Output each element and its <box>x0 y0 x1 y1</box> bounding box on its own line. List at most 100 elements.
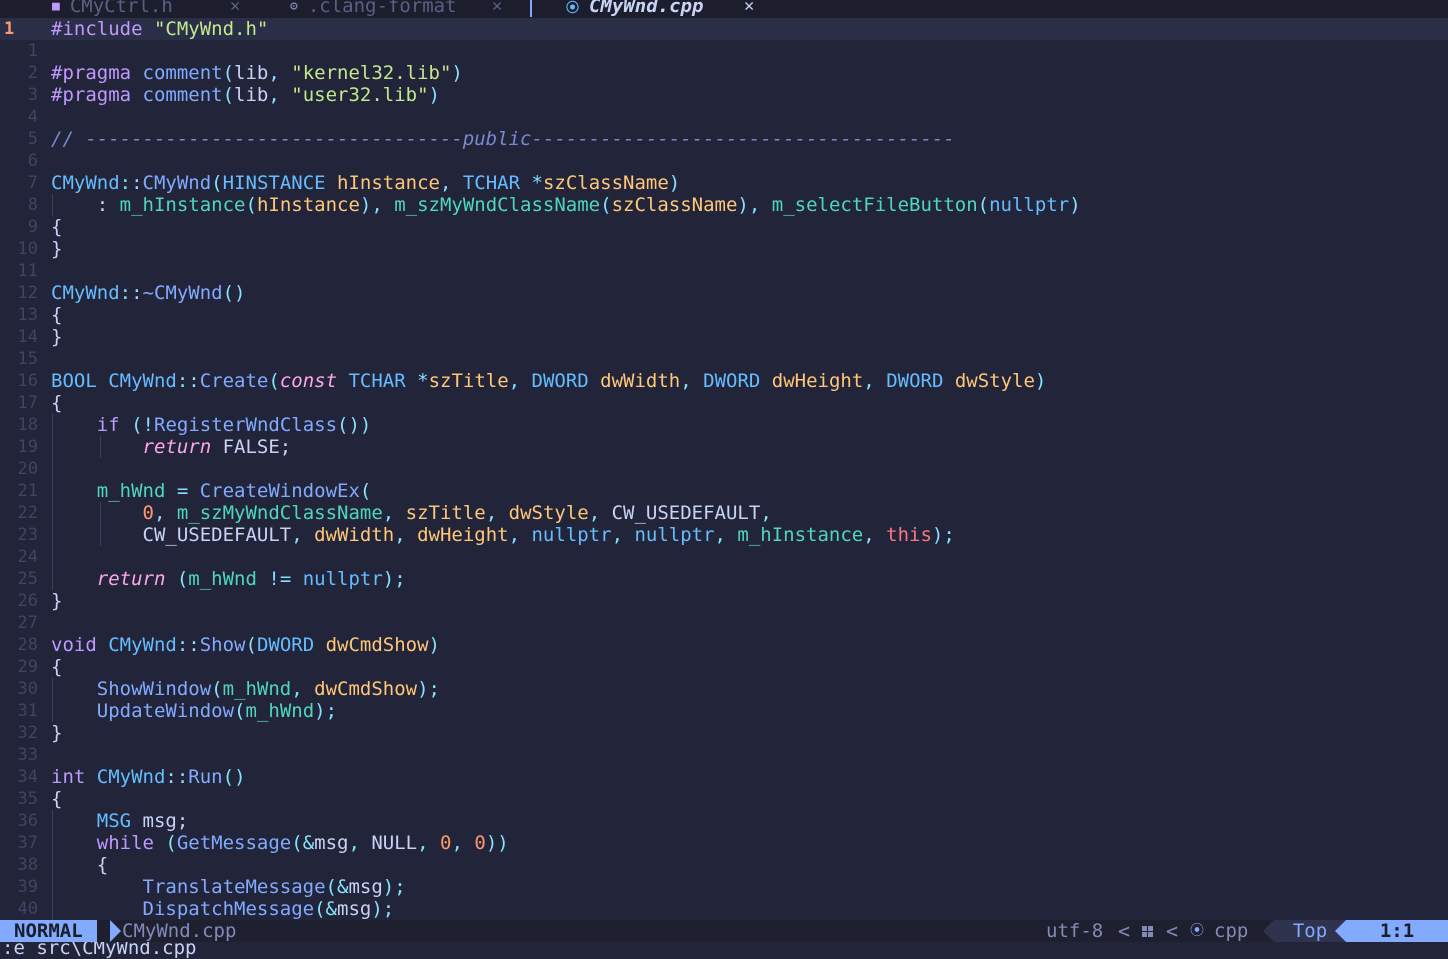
line-code: ShowWindow(m_hWnd, dwCmdShow); <box>51 678 440 700</box>
line-code: return (m_hWnd != nullptr); <box>51 568 406 590</box>
code-line[interactable]: 28 void CMyWnd::Show(DWORD dwCmdShow) <box>0 634 1448 656</box>
code-token: hInstance <box>256 194 360 216</box>
code-line[interactable]: 13 { <box>0 304 1448 326</box>
code-line[interactable]: 33 <box>0 744 1448 766</box>
code-line[interactable]: 25 return (m_hWnd != nullptr); <box>0 568 1448 590</box>
code-token: :: <box>176 634 200 656</box>
code-token: , <box>863 370 887 392</box>
code-token: hInstance <box>337 172 440 194</box>
tab-clang-format[interactable]: ⚙ .clang-format ✕ <box>290 0 502 18</box>
close-icon[interactable]: ✕ <box>744 0 754 16</box>
code-line[interactable]: 39 TranslateMessage(&msg); <box>0 876 1448 898</box>
code-line[interactable]: 5 // ---------------------------------pub… <box>0 128 1448 150</box>
code-line[interactable]: 21 m_hWnd = CreateWindowEx( <box>0 480 1448 502</box>
code-line[interactable]: 22 0, m_szMyWndClassName, szTitle, dwSty… <box>0 502 1448 524</box>
code-line[interactable]: 20 <box>0 458 1448 480</box>
code-token: HINSTANCE <box>222 172 338 194</box>
code-line[interactable]: 23 CW_USEDEFAULT, dwWidth, dwHeight, nul… <box>0 524 1448 546</box>
code-line[interactable]: 32} <box>0 722 1448 744</box>
mode-separator-arrow <box>110 920 121 942</box>
code-token: msg <box>314 832 349 854</box>
line-code: } <box>51 590 62 612</box>
code-line[interactable]: 26} <box>0 590 1448 612</box>
code-line[interactable]: 16 BOOL CMyWnd::Create(const TCHAR *szTit… <box>0 370 1448 392</box>
code-line[interactable]: 12 CMyWnd::~CMyWnd() <box>0 282 1448 304</box>
code-line[interactable]: 24 <box>0 546 1448 568</box>
code-token: MSG <box>96 810 143 832</box>
line-number: 39 <box>17 877 38 897</box>
command-line[interactable]: :e src\CMyWnd.cpp <box>0 942 1448 959</box>
code-line[interactable]: 7 CMyWnd::CMyWnd(HINSTANCE hInstance, TCH… <box>0 172 1448 194</box>
code-token: CMyWnd <box>108 370 177 392</box>
code-token: 0 <box>142 502 154 524</box>
code-token: { <box>51 788 63 810</box>
code-line[interactable]: 11 <box>0 260 1448 282</box>
code-line[interactable]: 36 MSG msg; <box>0 810 1448 832</box>
code-token: * <box>417 370 429 392</box>
code-token: :: <box>165 766 189 788</box>
code-line[interactable]: 15 <box>0 348 1448 370</box>
code-token: : <box>51 194 120 216</box>
line-number: 8 <box>27 195 38 215</box>
code-line[interactable]: 1 #include "CMyWnd.h" <box>0 18 1448 40</box>
code-line[interactable]: 10} <box>0 238 1448 260</box>
file-encoding: utf-8 <box>1046 920 1104 942</box>
code-token: BOOL <box>51 370 109 392</box>
code-line[interactable]: 19 return FALSE; <box>0 436 1448 458</box>
code-line[interactable]: 38 { <box>0 854 1448 876</box>
code-token: dwWidth <box>314 524 395 546</box>
code-line[interactable]: 30 ShowWindow(m_hWnd, dwCmdShow); <box>0 678 1448 700</box>
code-line[interactable]: 1 <box>0 40 1448 62</box>
line-code: { <box>51 854 108 876</box>
code-token: CMyWnd <box>96 766 166 788</box>
tab-label: CMyCtrl.h <box>69 0 173 17</box>
code-token: ( <box>245 194 257 216</box>
code-line[interactable]: 14} <box>0 326 1448 348</box>
code-token: , <box>439 172 463 194</box>
code-token: Create <box>199 370 269 392</box>
code-token: , <box>863 524 887 546</box>
line-number: 18 <box>17 415 38 435</box>
line-number: 27 <box>17 613 38 633</box>
code-token: ( <box>977 194 990 216</box>
code-token: NULL <box>371 832 418 854</box>
code-line[interactable]: 40 DispatchMessage(&msg); <box>0 898 1448 920</box>
code-line[interactable]: 3 #pragma comment(lib, "user32.lib") <box>0 84 1448 106</box>
code-line[interactable]: 31 UpdateWindow(m_hWnd); <box>0 700 1448 722</box>
tab-cmyctrl-h[interactable]: ■ CMyCtrl.h ✕ <box>52 0 240 18</box>
code-token: CW_USEDEFAULT <box>611 502 761 524</box>
close-icon[interactable]: ✕ <box>492 0 502 16</box>
line-number: 21 <box>17 481 38 501</box>
code-token: , <box>268 84 292 106</box>
code-line[interactable]: 34 int CMyWnd::Run() <box>0 766 1448 788</box>
code-token: = <box>176 480 200 502</box>
code-line[interactable]: 37 while (GetMessage(&msg, NULL, 0, 0)) <box>0 832 1448 854</box>
tab-cmywnd-cpp[interactable]: ⦿ CMyWnd.cpp ✕ <box>566 0 754 18</box>
code-line[interactable]: 29 { <box>0 656 1448 678</box>
code-line[interactable]: 6 <box>0 150 1448 172</box>
code-token: #pragma <box>51 62 143 84</box>
code-token: ( <box>234 700 246 722</box>
code-token: ()) <box>337 414 372 436</box>
code-token: , <box>291 524 315 546</box>
line-code: if (!RegisterWndClass()) <box>51 414 372 436</box>
code-line[interactable]: 35 { <box>0 788 1448 810</box>
code-token: RegisterWndClass <box>154 414 338 436</box>
close-icon[interactable]: ✕ <box>230 0 240 16</box>
code-line[interactable]: 8 : m_hInstance(hInstance), m_szMyWndCla… <box>0 194 1448 216</box>
code-token: ( <box>359 480 372 502</box>
code-line[interactable]: 18 if (!RegisterWndClass()) <box>0 414 1448 436</box>
line-code: #include "CMyWnd.h" <box>51 18 268 40</box>
code-line[interactable]: 2 #pragma comment(lib, "kernel32.lib") <box>0 62 1448 84</box>
code-editor[interactable]: 1 #include "CMyWnd.h" 1 2 #pragma comment(li… <box>0 18 1448 920</box>
code-line[interactable]: 17 { <box>0 392 1448 414</box>
code-line[interactable]: 4 <box>0 106 1448 128</box>
code-token: DWORD <box>703 370 772 392</box>
code-token: ) <box>1034 370 1047 392</box>
code-line[interactable]: 9{ <box>0 216 1448 238</box>
code-line[interactable]: 27 <box>0 612 1448 634</box>
code-token: } <box>51 722 63 744</box>
code-token: , <box>382 502 406 524</box>
code-token: CMyWnd <box>51 282 120 304</box>
